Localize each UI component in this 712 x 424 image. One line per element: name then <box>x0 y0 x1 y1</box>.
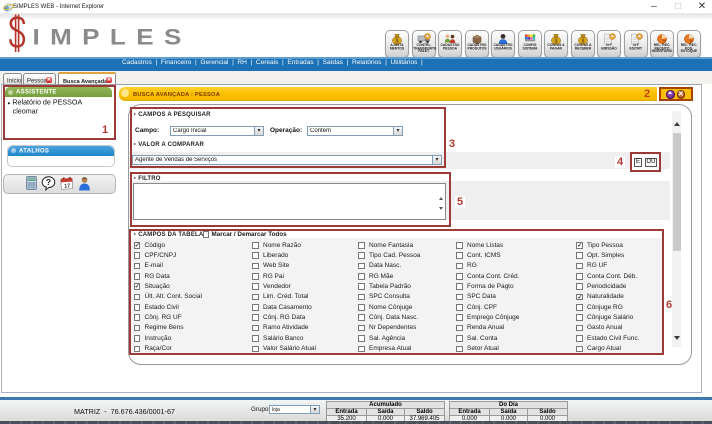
svg-text:?: ? <box>46 177 51 187</box>
svg-text:17: 17 <box>64 183 71 189</box>
